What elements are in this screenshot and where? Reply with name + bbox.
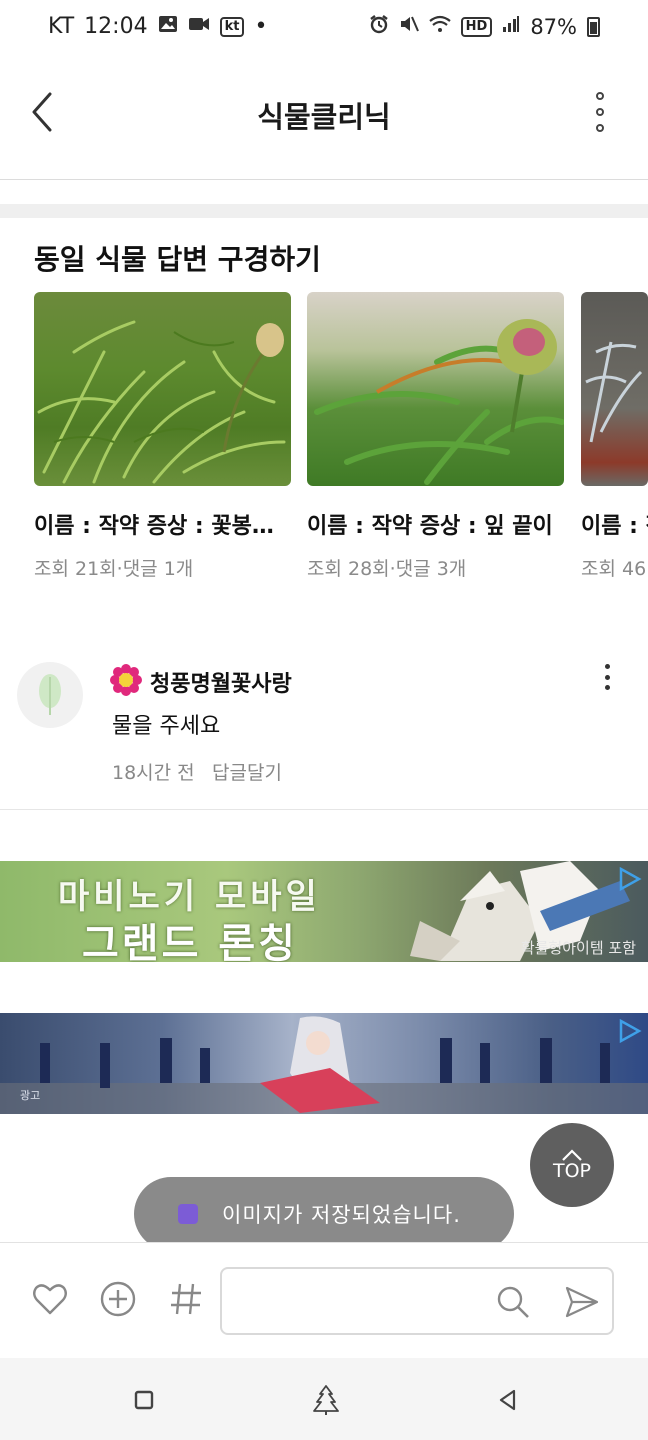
- triangle-back-icon: [499, 1389, 516, 1411]
- search-icon: [497, 1286, 529, 1318]
- battery-percent: 87%: [530, 14, 577, 39]
- toast-text: 이미지가 저장되었습니다.: [222, 1203, 461, 1227]
- answer-card[interactable]: 이름 : 작약 증상 : 잎 끝이 조회 28회·댓글 3개: [307, 292, 564, 581]
- card-image[interactable]: [34, 292, 291, 486]
- status-left: KT 12:04 kt •: [48, 14, 267, 39]
- comment-box[interactable]: [220, 1267, 614, 1335]
- system-nav-bar: [0, 1358, 648, 1440]
- status-bar: KT 12:04 kt • HD 87%: [0, 0, 648, 56]
- more-dot: [596, 108, 604, 116]
- more-dot: [604, 685, 610, 690]
- mute-icon: [399, 14, 419, 39]
- card-title: 이름 : 작약 증상 : 꽃봉오리: [34, 514, 291, 539]
- hashtag-icon: [171, 1283, 201, 1315]
- more-dot: [596, 124, 604, 132]
- attach-button[interactable]: [100, 1281, 136, 1317]
- card-title: 이름 : 작: [581, 514, 648, 539]
- app-icon: [178, 1204, 198, 1224]
- card-image[interactable]: [307, 292, 564, 486]
- section-title: 동일 식물 답변 구경하기: [34, 243, 321, 276]
- signal-icon: [502, 15, 520, 38]
- alarm-icon: [369, 14, 389, 39]
- comment-input-bar: [0, 1242, 648, 1358]
- ad-banner[interactable]: 광고: [0, 1013, 648, 1114]
- ad-choices-icon[interactable]: [618, 866, 642, 892]
- leaf-icon: [39, 674, 61, 715]
- answer-card[interactable]: 이름 : 작약 증상 : 꽃봉오리 조회 21회·댓글 1개: [34, 292, 291, 581]
- send-button[interactable]: [564, 1285, 600, 1319]
- video-notification-icon: [188, 16, 210, 37]
- heart-icon: [33, 1284, 67, 1315]
- comment-item: 청풍명월꽃사랑 물을 주세요 18시간 전 답글달기: [0, 640, 648, 810]
- ad-subheadline: 그랜드 론칭: [82, 921, 298, 962]
- square-icon: [134, 1390, 154, 1410]
- more-vertical-icon: [604, 664, 610, 669]
- clock: 12:04: [84, 14, 148, 39]
- tree-icon: [313, 1385, 339, 1415]
- card-meta: 조회 28회·댓글 3개: [307, 558, 467, 580]
- answer-card[interactable]: 이름 : 작 조회 46: [581, 292, 648, 581]
- card-meta: 조회 21회·댓글 1개: [34, 558, 194, 580]
- back-nav-button[interactable]: [492, 1384, 524, 1416]
- top-label: TOP: [552, 1160, 592, 1182]
- app-header: 식물클리닉: [0, 56, 648, 180]
- toast-message: 이미지가 저장되었습니다.: [134, 1177, 514, 1251]
- more-options-button[interactable]: [588, 92, 612, 132]
- flower-badge-icon: [110, 664, 142, 696]
- home-button[interactable]: [310, 1384, 342, 1416]
- like-button[interactable]: [32, 1281, 68, 1317]
- card-title: 이름 : 작약 증상 : 잎 끝이: [307, 514, 553, 539]
- hd-icon: HD: [460, 16, 493, 37]
- card-image[interactable]: [581, 292, 648, 486]
- comment-time: 18시간 전: [112, 762, 195, 784]
- ad-banner[interactable]: 마비노기 모바일 그랜드 론칭 확률형아이템 포함: [0, 861, 648, 962]
- wifi-icon: [428, 15, 451, 38]
- kt-notification-icon: kt: [219, 16, 245, 37]
- image-notification-icon: [158, 15, 178, 38]
- recent-apps-button[interactable]: [128, 1384, 160, 1416]
- page-title: 식물클리닉: [257, 100, 391, 134]
- comment-text: 물을 주세요: [112, 714, 221, 739]
- section-divider: [0, 204, 648, 218]
- send-icon: [565, 1286, 599, 1318]
- status-right: HD 87%: [369, 14, 600, 39]
- more-dot: [604, 674, 610, 680]
- card-meta: 조회 46: [581, 558, 647, 580]
- ad-disclaimer: 확률형아이템 포함: [520, 939, 636, 957]
- battery-icon: [587, 16, 600, 37]
- comment-more-button[interactable]: [602, 664, 612, 690]
- plus-circle-icon: [100, 1281, 136, 1317]
- ad-corner-label: 광고: [20, 1089, 41, 1102]
- reply-button[interactable]: 답글달기: [212, 758, 282, 785]
- comment-author[interactable]: 청풍명월꽃사랑: [150, 666, 292, 698]
- avatar[interactable]: [17, 662, 83, 728]
- ad-choices-icon[interactable]: [618, 1018, 642, 1044]
- carrier-label: KT: [48, 14, 75, 39]
- scroll-top-button[interactable]: TOP: [530, 1123, 614, 1207]
- notification-dot: •: [254, 14, 268, 39]
- search-button[interactable]: [496, 1285, 530, 1319]
- more-vertical-icon: [596, 92, 604, 100]
- hashtag-button[interactable]: [168, 1281, 204, 1317]
- comment-input[interactable]: [234, 1281, 484, 1321]
